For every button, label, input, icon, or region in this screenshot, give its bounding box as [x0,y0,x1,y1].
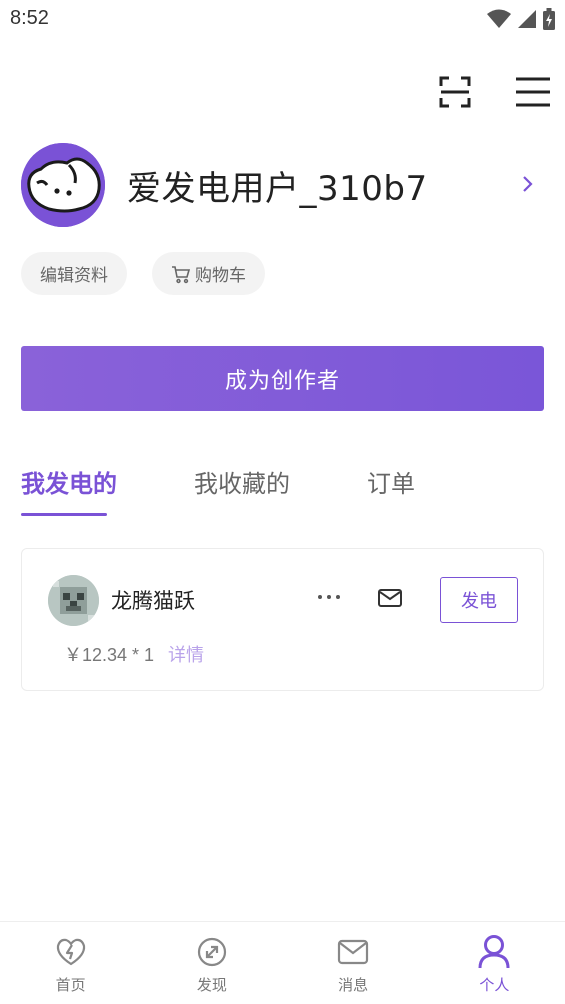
pixel-avatar-icon [48,575,99,626]
power-button[interactable]: 发电 [440,577,518,623]
tab-bar: 我发电的 我收藏的 订单 [21,460,544,516]
nav-home-label: 首页 [55,976,86,994]
nav-profile[interactable]: 个人 [424,922,565,1004]
price-text: ￥12.34 * 1 [64,645,155,665]
bottom-nav: 首页 发现 消息 个人 [0,921,565,1004]
avatar[interactable] [21,143,105,227]
tab-powered[interactable]: 我发电的 [21,464,117,499]
scan-button[interactable] [435,72,475,112]
nav-profile-label: 个人 [479,976,510,994]
list-item: 龙腾猫跃 发电 ￥12.34 * 1 详情 [21,548,544,691]
power-button-label: 发电 [461,591,497,612]
tab-orders[interactable]: 订单 [367,464,415,499]
status-time: 8:52 [10,7,49,29]
cart-button[interactable]: 购物车 [152,252,265,295]
status-bar: 8:52 [0,0,565,40]
cartoon-face-avatar-icon [21,143,105,227]
creator-name: 龙腾猫跃 [111,589,195,613]
tab-favorites[interactable]: 我收藏的 [194,464,290,499]
scan-icon [439,76,471,108]
nav-discover[interactable]: 发现 [141,922,282,1004]
mail-icon [378,589,402,607]
detail-link[interactable]: 详情 [168,641,204,667]
status-icons [487,8,555,30]
compass-icon [197,937,226,967]
edit-profile-button[interactable]: 编辑资料 [21,252,127,295]
nav-messages[interactable]: 消息 [283,922,424,1004]
username: 爱发电用户_310b7 [127,168,428,209]
nav-discover-label: 发现 [196,976,227,994]
menu-button[interactable] [513,72,553,112]
menu-icon [516,77,550,107]
top-actions [435,72,553,112]
profile-chip-row: 编辑资料 购物车 [21,252,265,295]
nav-messages-label: 消息 [338,976,369,994]
cart-label: 购物车 [195,266,246,286]
tab-underline [21,513,107,516]
creator-avatar[interactable] [48,575,99,626]
edit-profile-label: 编辑资料 [40,266,108,286]
mail-icon [338,939,369,965]
nav-home[interactable]: 首页 [0,922,141,1004]
more-icon [318,595,340,599]
profile-header[interactable]: 爱发电用户_310b7 [21,142,545,228]
become-creator-button[interactable]: 成为创作者 [21,346,544,411]
more-button[interactable] [314,585,344,609]
battery-icon [543,8,555,30]
heart-bolt-icon [56,938,85,966]
message-button[interactable] [375,585,405,611]
chevron-right-icon[interactable] [515,172,539,196]
wifi-icon [487,9,511,28]
person-icon [478,935,510,969]
become-creator-label: 成为创作者 [224,368,340,394]
signal-icon [518,10,536,28]
cart-icon [172,265,191,283]
